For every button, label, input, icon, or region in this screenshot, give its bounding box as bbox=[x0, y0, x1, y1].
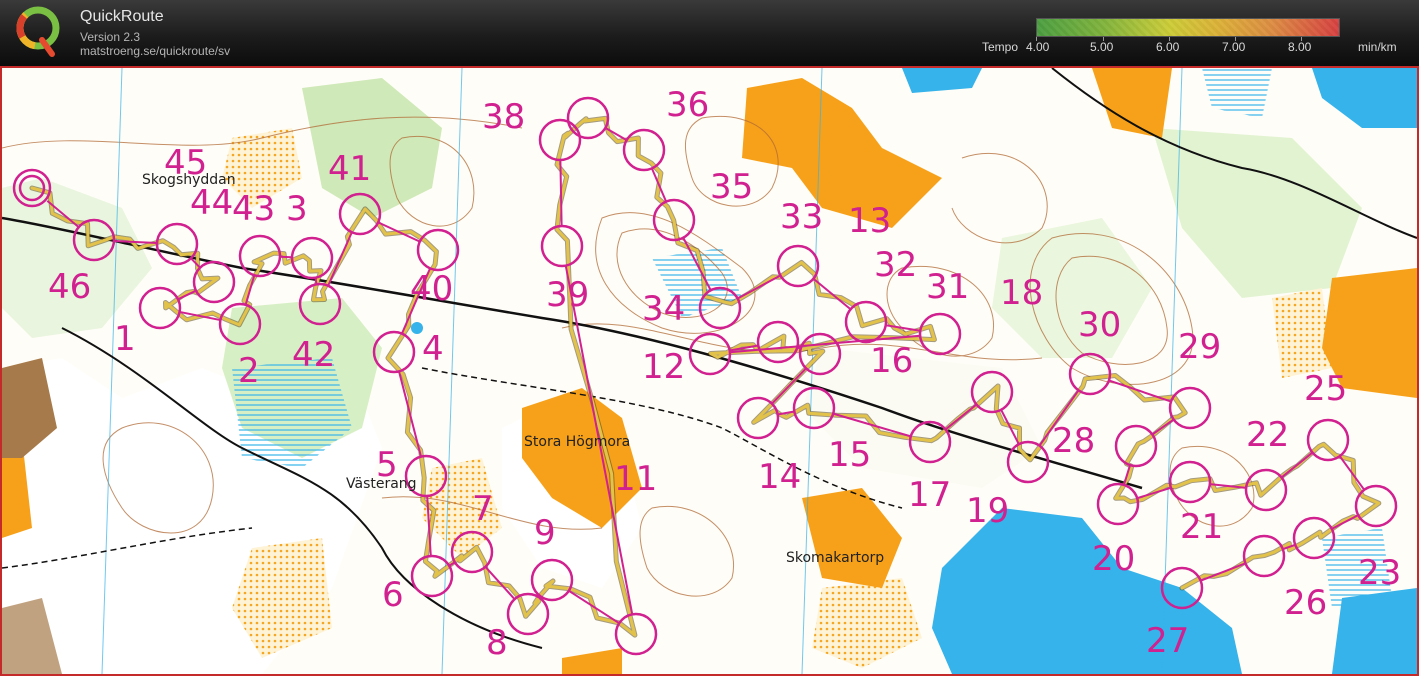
control-number: 15 bbox=[828, 435, 871, 475]
control-number: 42 bbox=[292, 335, 335, 375]
terrain-layer bbox=[2, 68, 1417, 674]
control-number: 12 bbox=[642, 347, 685, 387]
control-number: 2 bbox=[238, 351, 260, 391]
app-url: matstroeng.se/quickroute/sv bbox=[80, 44, 231, 58]
control-number: 39 bbox=[546, 275, 589, 315]
place-name: Västerang bbox=[346, 476, 417, 492]
legend-title: Tempo bbox=[982, 40, 1019, 54]
control-number: 4 bbox=[422, 329, 444, 369]
control-number: 1 bbox=[114, 319, 136, 359]
control-number: 27 bbox=[1146, 621, 1189, 661]
control-number: 38 bbox=[482, 97, 525, 137]
legend-unit: min/km bbox=[1358, 40, 1397, 54]
control-number: 41 bbox=[328, 149, 371, 189]
control-number: 8 bbox=[486, 623, 508, 663]
control-number: 35 bbox=[710, 167, 753, 207]
legend-tick-label: 4.00 bbox=[1026, 40, 1050, 54]
control-number: 36 bbox=[666, 85, 709, 125]
legend-tick-label: 5.00 bbox=[1090, 40, 1114, 54]
control-number: 6 bbox=[382, 575, 404, 615]
quickroute-window: QuickRoute Version 2.3 matstroeng.se/qui… bbox=[0, 0, 1419, 676]
tempo-legend: Tempo 4.00 5.00 6.00 7.00 8.00 min/km bbox=[976, 16, 1416, 58]
control-number: 23 bbox=[1358, 553, 1401, 593]
app-version: Version 2.3 bbox=[80, 30, 141, 44]
legend-tick-label: 8.00 bbox=[1288, 40, 1312, 54]
control-number: 18 bbox=[1000, 273, 1043, 313]
orienteering-map[interactable]: 1 2 3 4 5 6 7 8 9 11 12 13 14 15 16 17 1… bbox=[0, 66, 1419, 676]
control-number: 33 bbox=[780, 197, 823, 237]
control-number: 28 bbox=[1052, 421, 1095, 461]
control-number: 21 bbox=[1180, 507, 1223, 547]
control-number: 34 bbox=[642, 289, 685, 329]
control-number: 17 bbox=[908, 475, 951, 515]
control-number: 13 bbox=[848, 201, 891, 241]
app-header: QuickRoute Version 2.3 matstroeng.se/qui… bbox=[0, 0, 1419, 67]
control-number: 32 bbox=[874, 245, 917, 285]
place-name: Stora Högmora bbox=[524, 434, 630, 450]
control-number: 29 bbox=[1178, 327, 1221, 367]
control-number: 19 bbox=[966, 491, 1009, 531]
control-number: 30 bbox=[1078, 305, 1121, 345]
legend-tick-label: 7.00 bbox=[1222, 40, 1246, 54]
control-number: 44 bbox=[190, 183, 233, 223]
place-name: Skomakartorp bbox=[786, 550, 884, 566]
quickroute-logo-icon bbox=[16, 6, 60, 57]
control-number: 31 bbox=[926, 267, 969, 307]
control-number: 20 bbox=[1092, 539, 1135, 579]
control-number: 3 bbox=[286, 189, 308, 229]
map-canvas[interactable]: 1 2 3 4 5 6 7 8 9 11 12 13 14 15 16 17 1… bbox=[2, 68, 1417, 674]
control-number: 16 bbox=[870, 341, 913, 381]
place-name: Skogshyddan bbox=[142, 172, 236, 188]
control-number: 25 bbox=[1304, 369, 1347, 409]
control-number: 26 bbox=[1284, 583, 1327, 623]
legend-tick-label: 6.00 bbox=[1156, 40, 1180, 54]
app-title: QuickRoute bbox=[80, 8, 164, 25]
control-number: 46 bbox=[48, 267, 91, 307]
control-number: 7 bbox=[472, 489, 494, 529]
control-number: 9 bbox=[534, 513, 556, 553]
control-number: 11 bbox=[614, 459, 657, 499]
control-number: 14 bbox=[758, 457, 801, 497]
control-number: 40 bbox=[410, 269, 453, 309]
course-leg bbox=[559, 159, 563, 227]
control-number: 43 bbox=[232, 189, 275, 229]
tempo-color-scale bbox=[1036, 18, 1340, 37]
control-number: 22 bbox=[1246, 415, 1289, 455]
